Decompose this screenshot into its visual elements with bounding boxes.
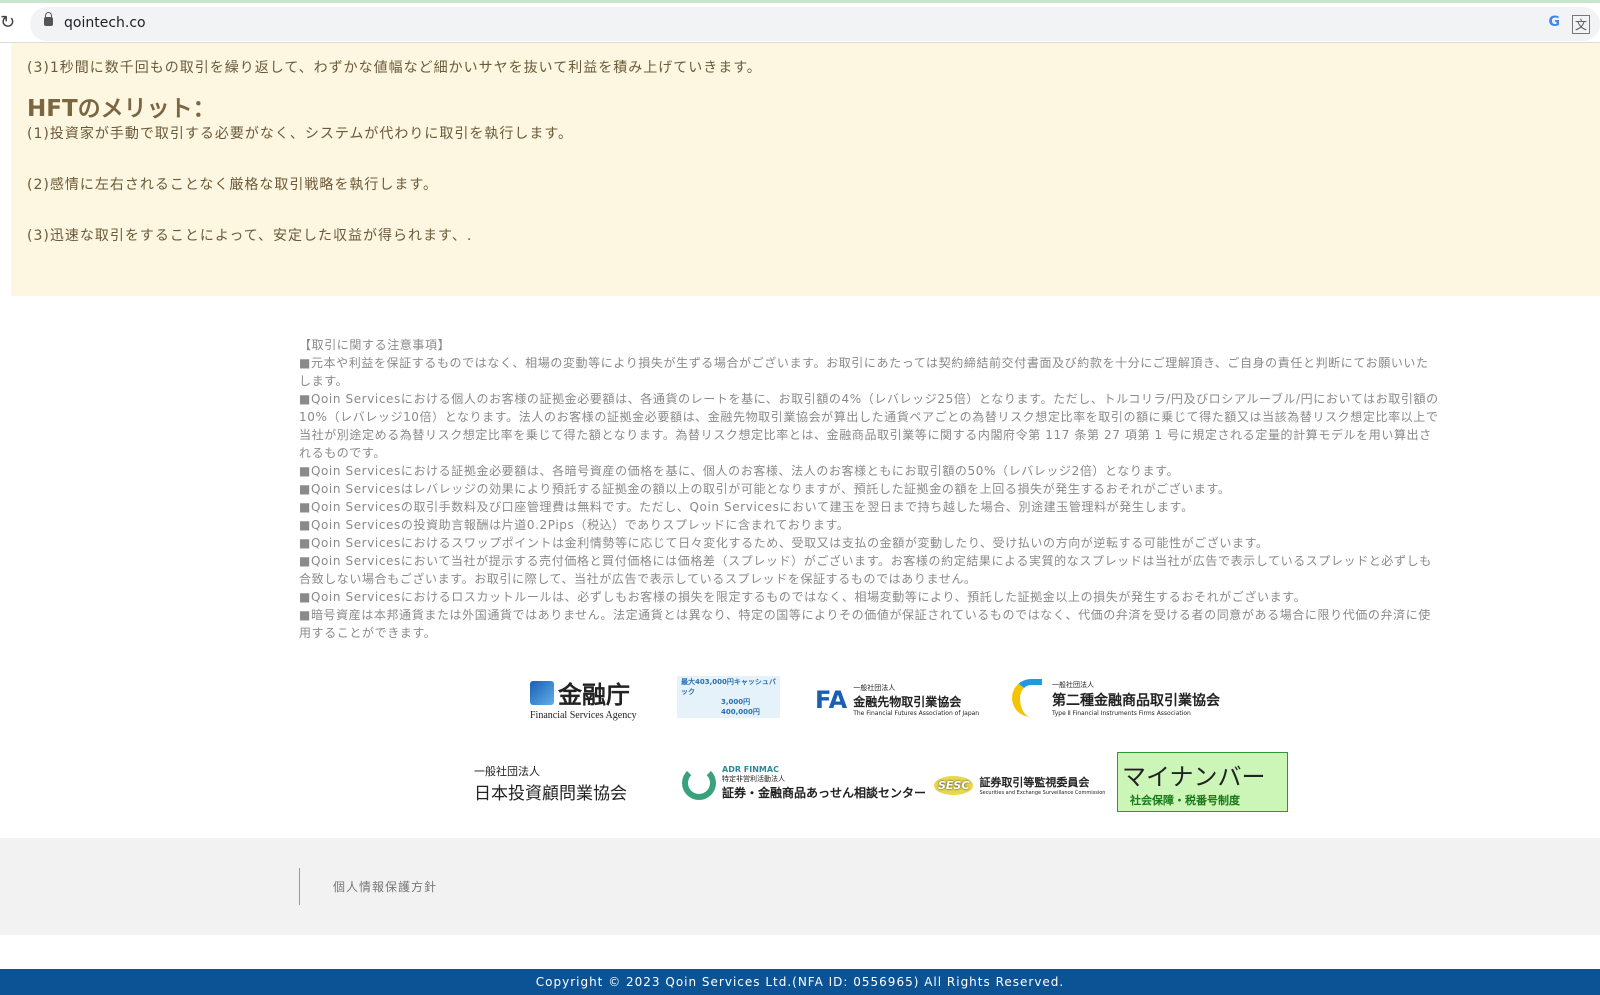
notice-item: ■Qoin Servicesにおける個人のお客様の証拠金必要額は、各通貨のレート…	[299, 392, 1439, 460]
browser-toolbar: ↻ qointech.co G 文	[0, 0, 1600, 43]
google-icon[interactable]: G	[1549, 14, 1561, 30]
merit-2: (2)感情に左右されることなく厳格な取引戦略を執行します。	[27, 177, 439, 193]
type2-name: 第二種金融商品取引業協会	[1052, 692, 1220, 709]
fsa-mark-icon	[530, 680, 554, 705]
finmac-name: 証券・金融商品あっせん相談センター	[722, 786, 927, 800]
sesc-name: 証券取引等監視委員会	[979, 776, 1090, 789]
notice-item: ■Qoin Servicesにおけるロスカットルールは、必ずしもお客様の損失を限…	[299, 590, 1307, 604]
ffaj-sub: The Financial Futures Association of Jap…	[853, 710, 980, 717]
reload-icon[interactable]: ↻	[0, 12, 15, 33]
fsa-sub: Financial Services Agency	[530, 710, 637, 721]
hft-point-3: (3)1秒間に数千回もの取引を繰り返して、わずかな値幅など細かいサヤを抜いて利益…	[27, 60, 762, 76]
finmac-mark-icon	[682, 766, 716, 800]
notice-item: ■Qoin Servicesの投資助言報酬は片道0.2Pips（税込）でありスプ…	[299, 518, 850, 532]
sesc-logo[interactable]: SESC 証券取引等監視委員会 Securities and Exchange S…	[934, 770, 1105, 800]
copyright-bar: Copyright © 2023 Qoin Services Ltd.(NFA …	[0, 969, 1600, 995]
notice-item: ■Qoin Servicesにおけるスワップポイントは金利情勢等に応じて日々変化…	[299, 536, 1269, 550]
mynumber-name: マイナンバー	[1122, 762, 1266, 791]
fsa-name: 金融庁	[558, 681, 630, 709]
banner-title: 最大403,000円キャッシュバック	[681, 678, 776, 696]
jiaa-small: 一般社団法人	[474, 764, 540, 778]
jiaa-name: 日本投資顧問業協会	[474, 783, 627, 804]
finmac-small: 特定非営利活動法人	[722, 775, 785, 783]
translate-icon[interactable]: 文	[1571, 15, 1590, 34]
sesc-mark: SESC	[934, 775, 974, 795]
merit-3: (3)迅速な取引をすることによって、安定した収益が得られます、.	[27, 228, 473, 244]
sesc-sub: Securities and Exchange Surveillance Com…	[979, 790, 1106, 796]
merits-heading: HFTのメリット：	[27, 96, 216, 122]
banner-amount-a: 3,000円	[721, 698, 751, 706]
notice-item: ■Qoin Servicesの取引手数料及び口座管理費は無料です。ただし、Qoi…	[299, 500, 1194, 514]
type2-association-logo[interactable]: 一般社団法人第二種金融商品取引業協会 Type Ⅱ Financial Instr…	[1012, 676, 1220, 720]
url-text[interactable]: qointech.co	[64, 15, 146, 31]
merit-1: (1)投資家が手動で取引する必要がなく、システムが代わりに取引を執行します。	[27, 126, 574, 142]
notice-item: ■Qoin Servicesにおける証拠金必要額は、各暗号資産の価格を基に、個人…	[299, 464, 1180, 478]
lock-icon[interactable]	[44, 12, 53, 26]
notice-item: ■元本や利益を保証するものではなく、相場の変動等により損失が生ずる場合がございま…	[299, 356, 1429, 388]
cashback-banner[interactable]: 最大403,000円キャッシュバック 3,000円 400,000円	[677, 676, 780, 718]
trading-notice: 【取引に関する注意事項】 ■元本や利益を保証するものではなく、相場の変動等により…	[299, 336, 1439, 642]
type2-small: 一般社団法人	[1052, 680, 1094, 689]
notice-item: ■Qoin Servicesにおいて当社が提示する売付価格と買付価格には価格差（…	[299, 554, 1432, 586]
type2-sub: Type Ⅱ Financial Instruments Firms Assoc…	[1052, 709, 1191, 717]
address-bar[interactable]: qointech.co G 文	[30, 7, 1600, 41]
ffaj-name: 金融先物取引業協会	[853, 695, 962, 709]
finmac-logo[interactable]: ADR FINMAC 特定非営利活動法人証券・金融商品あっせん相談センター	[682, 764, 926, 802]
type2-mark-icon	[1012, 679, 1042, 717]
mynumber-sub: 社会保障・税番号制度	[1130, 793, 1240, 807]
mynumber-logo[interactable]: マイナンバー 社会保障・税番号制度	[1117, 752, 1288, 812]
notice-item: ■Qoin Servicesはレバレッジの効果により預託する証拠金の額以上の取引…	[299, 482, 1231, 496]
divider	[299, 868, 300, 905]
notice-title: 【取引に関する注意事項】	[299, 338, 451, 352]
hft-section: (3)1秒間に数千回もの取引を繰り返して、わずかな値幅など細かいサヤを抜いて利益…	[11, 43, 1600, 296]
ffaj-mark-icon: FA	[815, 686, 848, 714]
jiaa-logo[interactable]: 一般社団法人 日本投資顧問業協会	[474, 764, 627, 804]
fsa-logo[interactable]: 金融庁 Financial Services Agency	[530, 676, 637, 721]
footer-links: 個人情報保護方針	[0, 838, 1600, 935]
finmac-top: ADR FINMAC	[722, 765, 779, 774]
privacy-policy-link[interactable]: 個人情報保護方針	[333, 878, 437, 895]
notice-item: ■暗号資産は本邦通貨または外国通貨ではありません。法定通貨とは異なり、特定の国等…	[299, 608, 1431, 640]
ffaj-small: 一般社団法人	[853, 684, 896, 692]
ffaj-logo[interactable]: FA 一般社団法人金融先物取引業協会 The Financial Futures …	[815, 680, 979, 720]
banner-amount-b: 400,000円	[721, 708, 760, 716]
